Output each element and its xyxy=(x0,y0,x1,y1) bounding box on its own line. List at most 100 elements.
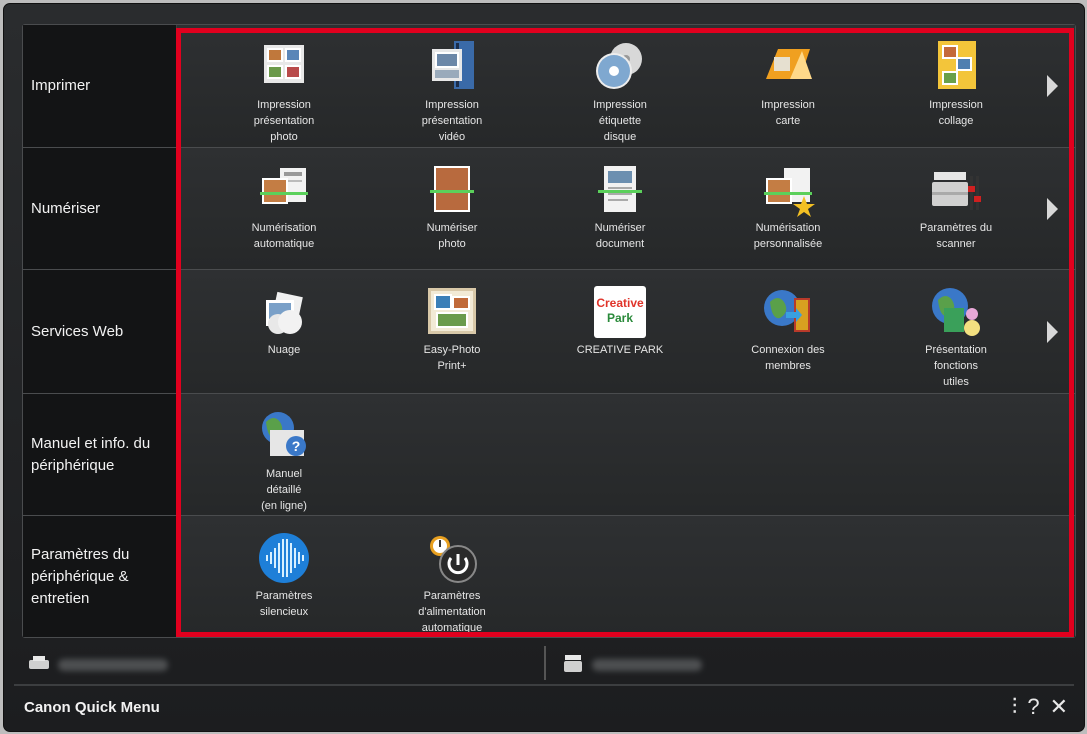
photo-layout-icon xyxy=(256,39,312,95)
caption-line: Manuel xyxy=(265,468,303,480)
quick-menu-window: Imprimer Impression présentation photo Impre… xyxy=(3,3,1085,732)
item-caption: Manuel détaillé (en ligne) xyxy=(224,466,344,514)
caption-line: Présentation xyxy=(925,344,987,356)
item-caption: Impression présentation photo xyxy=(224,97,344,145)
scanner-name xyxy=(592,659,702,671)
svg-text:Creative: Creative xyxy=(596,296,644,310)
caption-line: Numériser xyxy=(594,222,646,234)
caption-line: Paramètres du xyxy=(919,222,993,234)
impression-collage-button[interactable]: Impression collage xyxy=(896,39,1016,129)
next-page-arrow-icon[interactable] xyxy=(1047,197,1058,220)
caption-line: CREATIVE PARK xyxy=(576,344,664,356)
item-caption: Numérisation automatique xyxy=(224,220,344,252)
caption-line: Numérisation xyxy=(755,222,821,234)
presentation-fonctions-utiles-button[interactable]: Présentation fonctions utiles xyxy=(896,284,1016,390)
caption-line: Print+ xyxy=(437,360,467,372)
numerisation-personnalisee-button[interactable]: Numérisation personnalisée xyxy=(728,162,848,252)
caption-line: détaillé xyxy=(266,484,302,496)
item-caption: Paramètres d'alimentation automatique xyxy=(392,588,512,636)
impression-presentation-photo-button[interactable]: Impression présentation photo xyxy=(224,39,344,145)
member-login-icon xyxy=(760,284,816,340)
caption-line: disque xyxy=(603,131,637,143)
item-caption: Impression collage xyxy=(896,97,1016,129)
useful-functions-icon xyxy=(928,284,984,340)
caption-line: scanner xyxy=(936,238,976,250)
caption-line: photo xyxy=(270,131,298,143)
help-icon[interactable]: ? xyxy=(1027,694,1039,720)
scanner-icon xyxy=(564,655,582,672)
category-label: Manuel et info. du périphérique xyxy=(31,434,151,474)
caption-line: photo xyxy=(438,238,466,250)
impression-etiquette-disque-button[interactable]: Impression étiquette disque xyxy=(560,39,680,145)
category-label: Numériser xyxy=(31,199,101,217)
item-caption: CREATIVE PARK xyxy=(560,342,680,358)
impression-presentation-video-button[interactable]: Impression présentation vidéo xyxy=(392,39,512,145)
caption-line: Impression xyxy=(929,99,983,111)
easy-photo-print-button[interactable]: Easy-Photo Print+ xyxy=(392,284,512,374)
scanner-settings-icon xyxy=(928,162,984,218)
caption-line: automatique xyxy=(253,238,315,250)
category-cell: Paramètres du périphérique & entretien xyxy=(23,516,177,637)
menu-row: Numériser Numérisation automatique Numérise… xyxy=(23,148,1075,269)
caption-line: vidéo xyxy=(438,131,466,143)
item-caption: Impression carte xyxy=(728,97,848,129)
svg-text:Park: Park xyxy=(607,311,633,325)
category-items: Numérisation automatique Numériser photo Num… xyxy=(177,148,1075,269)
item-caption: Easy-Photo Print+ xyxy=(392,342,512,374)
app-title: Canon Quick Menu xyxy=(24,699,160,716)
custom-scan-icon xyxy=(760,162,816,218)
svg-text:?: ? xyxy=(292,438,301,454)
category-items: Nuage Easy-Photo Print+ Creative Park CREATIV… xyxy=(177,270,1075,393)
printer-name xyxy=(58,659,168,671)
connexion-des-membres-button[interactable]: Connexion des membres xyxy=(728,284,848,374)
caption-line: présentation xyxy=(253,115,315,127)
caption-line: Impression xyxy=(425,99,479,111)
video-layout-icon xyxy=(424,39,480,95)
auto-power-icon xyxy=(424,530,480,586)
caption-line: Numérisation xyxy=(251,222,317,234)
auto-scan-icon xyxy=(256,162,312,218)
next-page-arrow-icon[interactable] xyxy=(1047,75,1058,97)
impression-carte-button[interactable]: Impression carte xyxy=(728,39,848,129)
item-caption: Numériser document xyxy=(560,220,680,252)
caption-line: Easy-Photo xyxy=(423,344,481,356)
item-caption: Présentation fonctions utiles xyxy=(896,342,1016,390)
creative-park-button[interactable]: Creative Park CREATIVE PARK xyxy=(560,284,680,358)
menu-row: Manuel et info. du périphérique? Manuel dé… xyxy=(23,394,1075,515)
caption-line: Paramètres xyxy=(423,590,481,602)
card-icon xyxy=(760,39,816,95)
caption-line: personnalisée xyxy=(753,238,823,250)
item-caption: Connexion des membres xyxy=(728,342,848,374)
parametres-silencieux-button[interactable]: Paramètres silencieux xyxy=(224,530,344,620)
close-icon[interactable]: ✕ xyxy=(1050,694,1068,720)
parametres-alimentation-automatique-button[interactable]: Paramètres d'alimentation automatique xyxy=(392,530,512,636)
category-label: Paramètres du périphérique & entretien xyxy=(31,545,130,607)
caption-line: Impression xyxy=(257,99,311,111)
category-items: Impression présentation photo Impression pré… xyxy=(177,25,1075,147)
numeriser-document-button[interactable]: Numériser document xyxy=(560,162,680,252)
item-caption: Nuage xyxy=(224,342,344,358)
next-page-arrow-icon[interactable] xyxy=(1047,320,1058,343)
caption-line: Impression xyxy=(593,99,647,111)
caption-line: Connexion des xyxy=(751,344,825,356)
caption-line: membres xyxy=(765,360,811,372)
category-items: ? Manuel détaillé (en ligne) xyxy=(177,394,1075,515)
category-cell: Services Web xyxy=(23,270,177,393)
preferences-icon[interactable]: ⫶ xyxy=(1012,694,1018,720)
manuel-detaille-button[interactable]: ? Manuel détaillé (en ligne) xyxy=(224,408,344,514)
caption-line: présentation xyxy=(421,115,483,127)
device-status-bar xyxy=(22,644,1074,684)
scanner-selector[interactable] xyxy=(562,654,702,674)
disc-label-icon xyxy=(592,39,648,95)
category-cell: Imprimer xyxy=(23,25,177,147)
creative-park-icon: Creative Park xyxy=(592,284,648,340)
collage-icon xyxy=(928,39,984,95)
printer-selector[interactable] xyxy=(28,654,168,674)
parametres-du-scanner-button[interactable]: Paramètres du scanner xyxy=(896,162,1016,252)
numeriser-photo-button[interactable]: Numériser photo xyxy=(392,162,512,252)
online-manual-icon: ? xyxy=(256,408,312,464)
scan-document-icon xyxy=(592,162,648,218)
nuage-button[interactable]: Nuage xyxy=(224,284,344,358)
caption-line: silencieux xyxy=(259,606,309,618)
numerisation-automatique-button[interactable]: Numérisation automatique xyxy=(224,162,344,252)
